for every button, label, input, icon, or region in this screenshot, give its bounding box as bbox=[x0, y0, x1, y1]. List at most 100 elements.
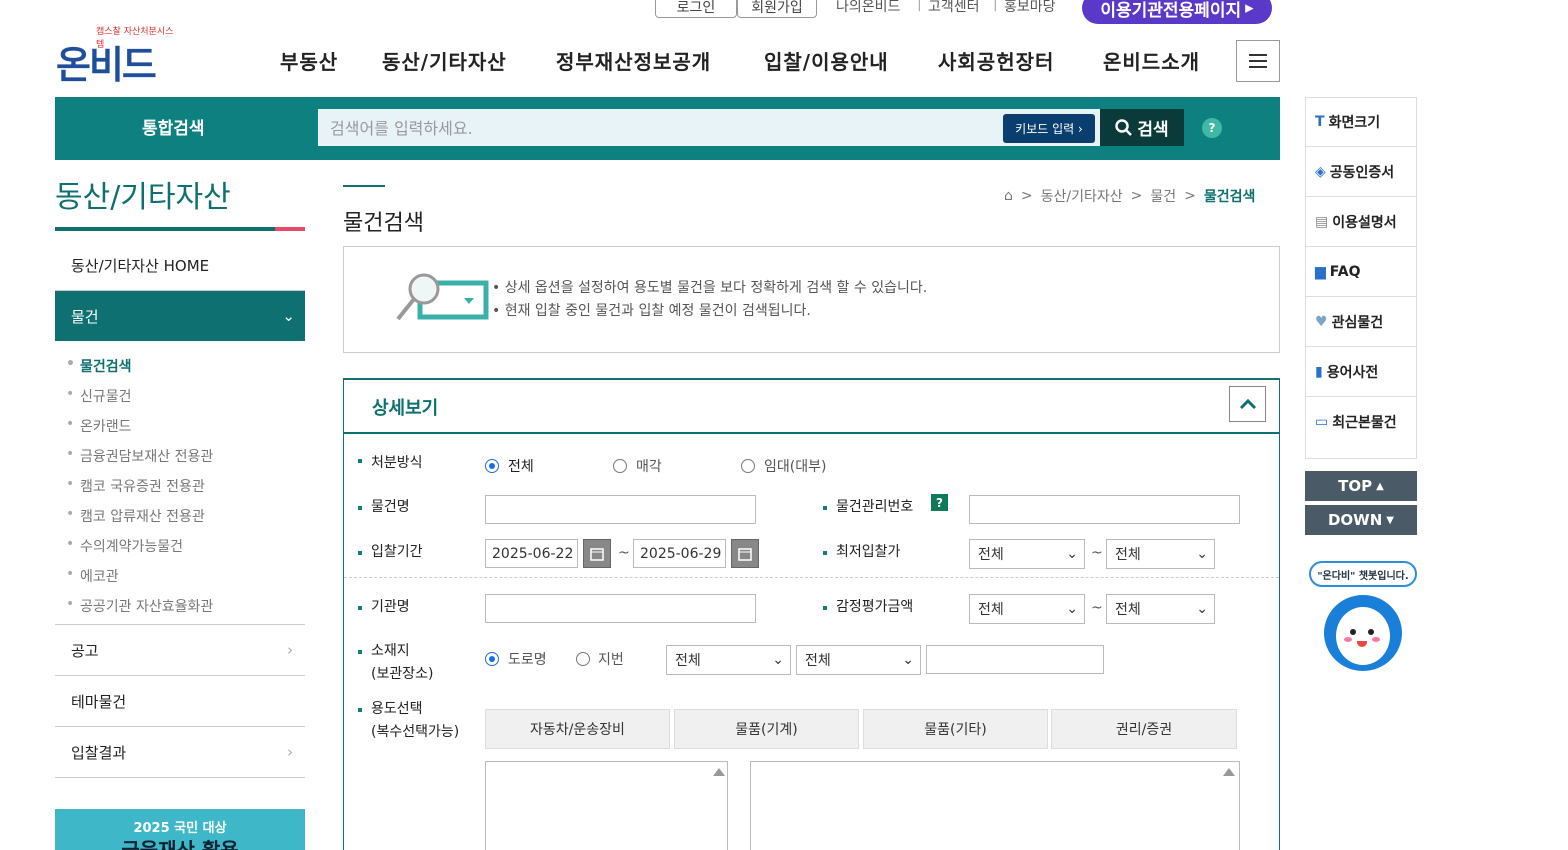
min-bid-from-select[interactable]: 전체 ⌄ bbox=[969, 539, 1085, 569]
info-line-1: • 상세 옵션을 설정하여 용도별 물건을 보다 정확하게 검색 할 수 있습니… bbox=[492, 280, 928, 296]
gnb-realestate[interactable]: 부동산 bbox=[280, 46, 338, 75]
sidebar-title: 동산/기타자산 bbox=[55, 180, 231, 215]
radio-lease[interactable] bbox=[741, 459, 755, 473]
search-button[interactable]: 검색 bbox=[1100, 109, 1184, 146]
sidebar-item-theme[interactable]: 테마물건 bbox=[55, 676, 305, 727]
monitor-icon: ▭ bbox=[1315, 414, 1329, 430]
tab-vehicle[interactable]: 자동차/운송장비 bbox=[485, 709, 670, 749]
banner-text: 금융재산 활용 bbox=[121, 838, 239, 850]
chevron-right-icon: › bbox=[287, 743, 293, 761]
quick-glossary[interactable]: ▮ 용어사전 bbox=[1305, 347, 1417, 397]
gnb-about[interactable]: 온비드소개 bbox=[1103, 46, 1200, 75]
clipboard-icon: ▤ bbox=[1315, 213, 1329, 230]
help-icon[interactable]: ? bbox=[931, 494, 948, 511]
sidebar-item-results[interactable]: 입찰결과 › bbox=[55, 727, 305, 778]
quick-recent[interactable]: ▭ 최근본물건 bbox=[1305, 397, 1417, 447]
top-button[interactable]: TOP ▲ bbox=[1305, 471, 1417, 501]
sub-kamco-seized[interactable]: 캠코 압류재산 전용관 bbox=[66, 506, 205, 526]
sub-new-goods[interactable]: 신규물건 bbox=[66, 386, 132, 406]
calendar-icon[interactable] bbox=[583, 539, 611, 568]
appraisal-from-select[interactable]: 전체 ⌄ bbox=[969, 594, 1085, 624]
chevron-up-icon bbox=[1239, 398, 1256, 410]
login-button[interactable]: 로그인 bbox=[655, 0, 737, 18]
gnb-gov-property[interactable]: 정부재산정보공개 bbox=[556, 46, 711, 75]
chevron-down-icon: ⌄ bbox=[282, 307, 295, 325]
bid-end-input[interactable]: 2025-06-29 bbox=[633, 539, 726, 568]
location-sublabel: (보관장소) bbox=[371, 666, 434, 682]
sub-oncarland[interactable]: 온카랜드 bbox=[66, 416, 132, 436]
my-onbid-link[interactable]: 나의온비드 bbox=[836, 0, 900, 16]
sub-public-efficiency[interactable]: 공공기관 자산효율화관 bbox=[66, 596, 213, 616]
chatbot-bubble[interactable]: "온다비" 챗봇입니다. bbox=[1309, 561, 1417, 587]
org-name-label: 기관명 bbox=[371, 599, 410, 615]
quick-manual[interactable]: ▤ 이용설명서 bbox=[1305, 197, 1417, 247]
gnb-movables[interactable]: 동산/기타자산 bbox=[382, 46, 507, 75]
breadcrumb-item[interactable]: 물건 bbox=[1150, 186, 1176, 206]
sigungu-select[interactable]: 전체 ⌄ bbox=[796, 645, 921, 675]
sido-select[interactable]: 전체 ⌄ bbox=[666, 645, 791, 675]
tab-goods-etc[interactable]: 물품(기타) bbox=[863, 709, 1048, 749]
mgmt-no-label: 물건관리번호 bbox=[836, 499, 914, 515]
use-subcategory-list[interactable] bbox=[750, 761, 1240, 850]
pr-link[interactable]: 홍보마당 bbox=[1004, 0, 1056, 16]
search-input[interactable]: 검색어를 입력하세요. bbox=[318, 109, 1100, 146]
radio-road[interactable] bbox=[485, 652, 499, 666]
scroll-up-icon[interactable] bbox=[713, 768, 725, 776]
sidebar-item-goods[interactable]: 물건 ⌄ bbox=[55, 291, 305, 341]
signup-button[interactable]: 회원가입 bbox=[737, 0, 817, 18]
address-input[interactable] bbox=[926, 645, 1104, 674]
gnb-bid-guide[interactable]: 입찰/이용안내 bbox=[764, 46, 889, 75]
calendar-icon[interactable] bbox=[731, 539, 759, 568]
item-name-input[interactable] bbox=[485, 495, 756, 524]
onbid-logo[interactable]: 캠스찰 자산처분시스템 온비드 bbox=[56, 22, 176, 87]
search-help-icon[interactable]: ? bbox=[1202, 118, 1222, 138]
logo-text: 온비드 bbox=[56, 43, 157, 87]
mgmt-no-input[interactable] bbox=[969, 495, 1240, 524]
sub-eco[interactable]: 에코관 bbox=[66, 566, 119, 586]
chatbot-avatar-icon[interactable] bbox=[1324, 595, 1402, 671]
breadcrumb: ⌂ > 동산/기타자산 > 물건 > 물건검색 bbox=[1004, 186, 1256, 206]
chevron-down-icon: ⌄ bbox=[1066, 601, 1078, 617]
appraisal-to-select[interactable]: 전체 ⌄ bbox=[1106, 594, 1215, 624]
bid-start-input[interactable]: 2025-06-22 bbox=[485, 539, 578, 568]
promo-banner[interactable]: 2025 국민 대상 금융재산 활용 bbox=[55, 809, 305, 850]
hamburger-menu-icon[interactable] bbox=[1236, 40, 1280, 82]
sub-finance-collateral[interactable]: 금융권담보재산 전용관 bbox=[66, 446, 213, 466]
radio-all[interactable] bbox=[485, 459, 499, 473]
sub-goods-search[interactable]: 물건검색 bbox=[66, 356, 132, 376]
sidebar-notice-label: 공고 bbox=[71, 641, 99, 660]
text-size-icon: T bbox=[1315, 113, 1325, 130]
bid-period-label: 입찰기간 bbox=[371, 544, 423, 560]
breadcrumb-item[interactable]: 동산/기타자산 bbox=[1041, 186, 1123, 206]
min-bid-to-select[interactable]: 전체 ⌄ bbox=[1106, 539, 1215, 569]
org-name-input[interactable] bbox=[485, 594, 756, 623]
radio-road-label: 도로명 bbox=[508, 652, 547, 668]
radio-sale[interactable] bbox=[613, 459, 627, 473]
down-button[interactable]: DOWN ▼ bbox=[1305, 505, 1417, 535]
quick-faq[interactable]: ▆ FAQ bbox=[1305, 247, 1417, 297]
radio-sale-label: 매각 bbox=[636, 459, 662, 475]
magnifier-icon bbox=[396, 273, 489, 321]
chevron-down-icon: ⌄ bbox=[1066, 546, 1078, 562]
home-icon[interactable]: ⌂ bbox=[1004, 188, 1013, 204]
quick-certificate[interactable]: ◈ 공동인증서 bbox=[1305, 147, 1417, 197]
tab-machine[interactable]: 물품(기계) bbox=[674, 709, 859, 749]
book-icon: ▮ bbox=[1315, 363, 1323, 380]
org-page-button[interactable]: 이용기관전용페이지 ▸ bbox=[1082, 0, 1272, 24]
sidebar-item-notice[interactable]: 공고 › bbox=[55, 625, 305, 676]
sub-kamco-securities[interactable]: 캠코 국유증권 전용관 bbox=[66, 476, 205, 496]
tab-rights[interactable]: 권리/증권 bbox=[1051, 709, 1237, 749]
sidebar-home[interactable]: 동산/기타자산 HOME bbox=[55, 240, 305, 291]
quick-favorites[interactable]: ♥ 관심물건 bbox=[1305, 297, 1417, 347]
radio-lot[interactable] bbox=[576, 652, 590, 666]
radio-lease-label: 임대(대부) bbox=[764, 459, 827, 475]
scroll-up-icon[interactable] bbox=[1223, 768, 1235, 776]
sub-private-contract[interactable]: 수의계약가능물건 bbox=[66, 536, 183, 556]
collapse-button[interactable] bbox=[1229, 386, 1266, 422]
customer-center-link[interactable]: 고객센터 bbox=[928, 0, 980, 16]
keyboard-input-button[interactable]: 키보드 입력 › bbox=[1003, 114, 1095, 143]
search-button-label: 검색 bbox=[1137, 120, 1169, 140]
gnb-social[interactable]: 사회공헌장터 bbox=[938, 46, 1054, 75]
quick-screen-size[interactable]: T 화면크기 bbox=[1305, 97, 1417, 147]
use-category-list[interactable] bbox=[485, 761, 728, 850]
